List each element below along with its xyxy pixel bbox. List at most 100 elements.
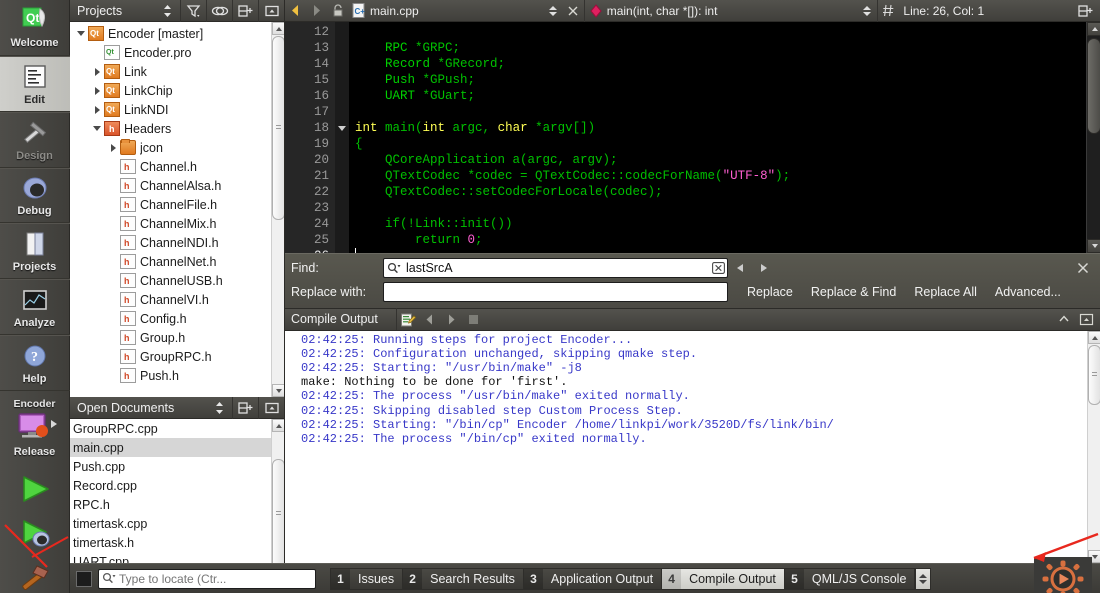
unity-player-icon[interactable] (1034, 557, 1092, 593)
clear-field-icon[interactable] (709, 262, 727, 274)
code-line[interactable]: Push *GPush; (349, 72, 1100, 88)
fold-marker[interactable] (335, 104, 349, 120)
close-dock-icon[interactable] (258, 0, 284, 22)
fold-margin[interactable] (335, 22, 349, 253)
tree-item[interactable]: ChannelFile.h (70, 195, 284, 214)
scrollbar-thumb[interactable] (272, 36, 284, 220)
code-line[interactable] (349, 24, 1100, 40)
maximize-pane-icon[interactable] (1053, 308, 1075, 330)
code-line[interactable]: Record *GRecord; (349, 56, 1100, 72)
open-document-item[interactable]: RPC.h (70, 495, 284, 514)
chevron-right-icon[interactable] (106, 143, 120, 152)
search-icon[interactable] (384, 262, 404, 275)
run-button[interactable] (14, 473, 56, 505)
fold-marker[interactable] (335, 168, 349, 184)
code-editor[interactable]: 1213141516171819202122232425262728293031… (285, 22, 1100, 253)
find-input[interactable] (404, 259, 709, 277)
code-line[interactable] (349, 248, 1100, 253)
chevron-right-icon[interactable] (90, 86, 104, 95)
open-document-item[interactable]: Record.cpp (70, 476, 284, 495)
replace-and-find-button[interactable]: Replace & Find (802, 282, 905, 303)
open-documents-spinner[interactable] (206, 397, 232, 419)
open-document-item[interactable]: timertask.h (70, 533, 284, 552)
open-document-item[interactable]: main.cpp (70, 438, 284, 457)
scrollbar-thumb[interactable] (272, 459, 284, 569)
chevron-right-icon[interactable] (90, 105, 104, 114)
close-dock-icon[interactable] (258, 396, 284, 419)
code-line[interactable]: return 0; (349, 232, 1100, 248)
scroll-down-button[interactable] (1087, 238, 1100, 253)
fold-marker[interactable] (335, 200, 349, 216)
tree-item[interactable]: ChannelUSB.h (70, 271, 284, 290)
replace-button[interactable]: Replace (738, 282, 802, 303)
mode-help[interactable]: ? Help (0, 335, 70, 392)
find-previous-icon[interactable] (728, 258, 752, 278)
code-line[interactable]: int main(int argc, char *argv[]) (349, 120, 1100, 136)
scroll-up-button[interactable] (272, 419, 284, 432)
find-field-box[interactable] (383, 258, 728, 278)
close-find-icon[interactable] (1072, 258, 1094, 278)
open-document-item[interactable]: Push.cpp (70, 457, 284, 476)
unlocked-icon[interactable] (327, 0, 348, 22)
filter-icon[interactable] (180, 0, 206, 22)
output-tab-issues[interactable]: 1 Issues (330, 567, 403, 590)
open-document-item[interactable]: GroupRPC.cpp (70, 419, 284, 438)
mode-edit[interactable]: Edit (0, 55, 70, 112)
fold-marker[interactable] (335, 88, 349, 104)
fold-marker[interactable] (335, 216, 349, 232)
output-tab-application-output[interactable]: 3 Application Output (522, 567, 662, 590)
replace-field-box[interactable] (383, 282, 728, 302)
tree-item[interactable]: LinkChip (70, 81, 284, 100)
tree-item[interactable]: Channel.h (70, 157, 284, 176)
code-line[interactable] (349, 104, 1100, 120)
scrollbar-thumb[interactable] (1087, 38, 1100, 134)
output-tab-search-results[interactable]: 2 Search Results (402, 567, 523, 590)
scroll-up-button[interactable] (272, 22, 284, 35)
editor-scrollbar[interactable] (1086, 22, 1100, 253)
project-tree-scrollbar[interactable] (271, 22, 284, 397)
locator-input[interactable] (119, 571, 315, 586)
tree-item[interactable]: Link (70, 62, 284, 81)
split-add-icon[interactable] (232, 0, 258, 22)
find-next-icon[interactable] (752, 258, 776, 278)
tree-item[interactable]: GroupRPC.h (70, 347, 284, 366)
tree-item[interactable]: LinkNDI (70, 100, 284, 119)
toggle-sidebar-icon[interactable] (76, 570, 92, 587)
code-text[interactable]: RPC *GRPC; Record *GRecord; Push *GPush;… (349, 22, 1100, 253)
open-document-item[interactable]: timertask.cpp (70, 514, 284, 533)
tree-item[interactable]: ChannelMix.h (70, 214, 284, 233)
mode-design[interactable]: Design (0, 111, 70, 168)
tree-item[interactable]: Encoder [master] (70, 24, 284, 43)
scroll-down-button[interactable] (272, 384, 284, 397)
code-line[interactable] (349, 200, 1100, 216)
split-editor-icon[interactable] (1075, 0, 1096, 22)
stop-icon[interactable] (463, 308, 485, 330)
mode-projects[interactable]: Projects (0, 223, 70, 280)
output-pane-spinner-icon[interactable] (915, 567, 932, 590)
code-line[interactable]: RPC *GRPC; (349, 40, 1100, 56)
close-pane-icon[interactable] (1075, 308, 1097, 330)
scroll-up-button[interactable] (1088, 330, 1100, 344)
mode-welcome[interactable]: Qt Welcome (0, 0, 70, 56)
fold-marker[interactable] (335, 232, 349, 248)
tree-item[interactable]: Push.h (70, 366, 284, 385)
link-sync-icon[interactable] (206, 0, 232, 22)
mode-debug[interactable]: Debug (0, 167, 70, 224)
fold-marker[interactable] (335, 40, 349, 56)
scrollbar-thumb[interactable] (1088, 344, 1100, 405)
tree-item[interactable]: Encoder.pro (70, 43, 284, 62)
replace-input[interactable] (384, 283, 727, 301)
prev-item-icon[interactable] (419, 308, 441, 330)
code-line[interactable]: if(!Link::init()) (349, 216, 1100, 232)
code-line[interactable]: QCoreApplication a(argc, argv); (349, 152, 1100, 168)
locator-box[interactable] (98, 568, 316, 589)
fold-marker[interactable] (335, 152, 349, 168)
tree-item[interactable]: Headers (70, 119, 284, 138)
navigate-back-icon[interactable] (285, 0, 306, 22)
tree-item[interactable]: ChannelVI.h (70, 290, 284, 309)
close-icon[interactable] (563, 0, 584, 22)
fold-marker[interactable] (335, 136, 349, 152)
compile-output-text[interactable]: 02:42:25: Running steps for project Enco… (285, 330, 1100, 563)
scroll-up-button[interactable] (1087, 22, 1100, 36)
chevron-down-icon[interactable] (74, 31, 88, 36)
